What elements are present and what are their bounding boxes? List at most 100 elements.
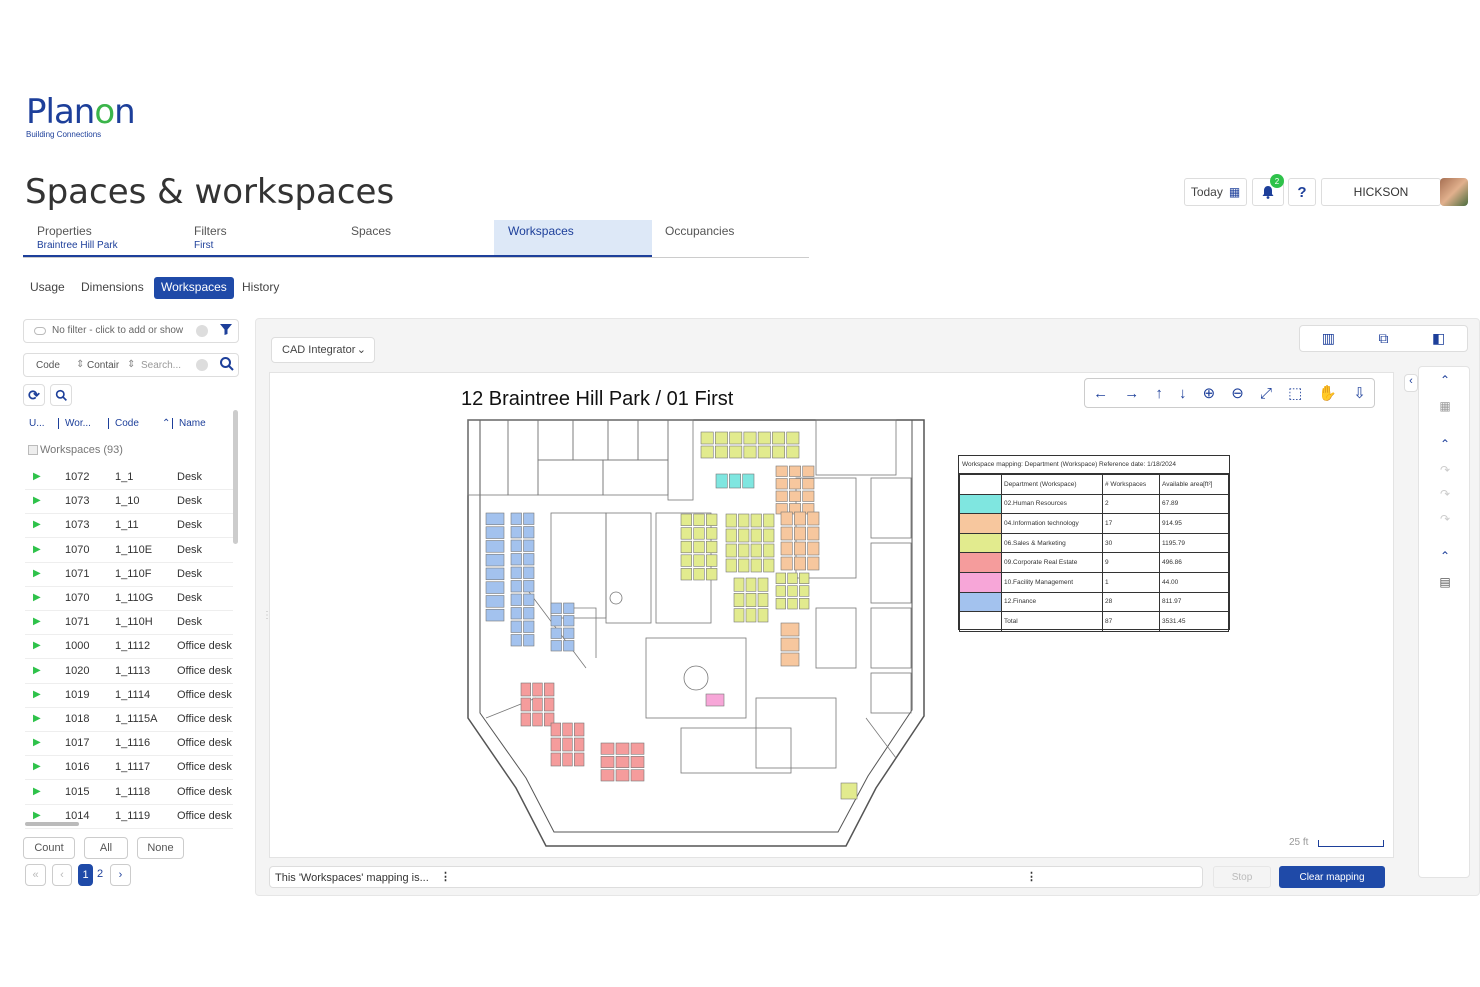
workspace-desk[interactable] — [738, 528, 750, 543]
workspace-desk[interactable] — [600, 756, 615, 768]
workspace-desk[interactable] — [802, 478, 815, 490]
workspace-desk[interactable] — [523, 566, 535, 579]
workspace-desk[interactable] — [485, 553, 505, 567]
workspace-desk[interactable] — [706, 527, 718, 540]
workspace-desk[interactable] — [786, 431, 800, 445]
expand-icon[interactable]: ▶ — [33, 786, 41, 797]
workspace-desk[interactable] — [615, 742, 630, 755]
search-icon[interactable] — [219, 356, 235, 377]
workspace-desk[interactable] — [743, 431, 757, 445]
workspace-desk[interactable] — [680, 527, 692, 540]
workspace-desk[interactable] — [725, 528, 737, 543]
chevron-up-icon[interactable]: ⌃ — [1419, 549, 1471, 563]
workspace-desk[interactable] — [550, 615, 562, 627]
workspace-desk[interactable] — [714, 431, 728, 445]
workspace-desk[interactable] — [733, 593, 745, 607]
list-item[interactable]: ▶ 1072 1_1 Desk — [25, 466, 233, 490]
more-vertical-icon[interactable]: ⋮ — [440, 870, 451, 883]
all-button[interactable]: All — [84, 837, 128, 859]
subtab-usage[interactable]: Usage — [23, 277, 72, 299]
workspace-desk[interactable] — [680, 513, 692, 526]
workspace-desk[interactable] — [630, 756, 645, 768]
expand-icon[interactable]: ▶ — [33, 616, 41, 627]
zoom-in-icon[interactable]: ⊕ — [1203, 384, 1216, 402]
workspace-desk[interactable] — [780, 556, 793, 571]
workspace-desk[interactable] — [563, 627, 575, 639]
download-icon[interactable]: ⇩ — [1353, 384, 1366, 402]
workspace-desk[interactable] — [544, 697, 555, 712]
workspace-desk[interactable] — [780, 637, 800, 652]
workspace-desk[interactable] — [550, 627, 562, 639]
expand-icon[interactable]: ▶ — [33, 689, 41, 700]
search-input[interactable]: Search... — [141, 360, 181, 371]
share-icon[interactable]: ↷ — [1419, 463, 1471, 477]
workspace-desk[interactable] — [780, 511, 793, 526]
workspace-desk[interactable] — [799, 572, 810, 584]
workspace-desk[interactable] — [600, 769, 615, 782]
workspace-desk[interactable] — [807, 556, 820, 571]
select-area-icon[interactable]: ⬚ — [1288, 384, 1302, 402]
workspace-desk[interactable] — [532, 682, 543, 697]
expand-icon[interactable]: ▶ — [33, 761, 41, 772]
today-button[interactable]: Today ▦ — [1184, 178, 1247, 206]
workspace-desk[interactable] — [562, 737, 573, 752]
list-item[interactable]: ▶ 1071 1_110H Desk — [25, 611, 233, 636]
workspace-desk[interactable] — [523, 512, 535, 525]
workspace-desk[interactable] — [733, 608, 745, 623]
document-icon[interactable]: ▤ — [1419, 575, 1471, 589]
workspace-desk[interactable] — [706, 513, 718, 526]
workspace-desk[interactable] — [680, 568, 692, 581]
workspace-desk[interactable] — [485, 595, 505, 608]
workspace-desk[interactable] — [693, 554, 705, 567]
workspace-desk[interactable] — [772, 445, 786, 459]
list-item[interactable]: ▶ 1015 1_1118 Office desk — [25, 781, 233, 805]
expand-icon[interactable]: ▶ — [33, 471, 41, 482]
workspace-desk[interactable] — [750, 543, 762, 558]
floorplan-icon[interactable]: ⧉ — [1378, 330, 1388, 347]
workspace-desk[interactable] — [485, 608, 505, 622]
workspace-desk[interactable] — [532, 712, 543, 727]
list-item[interactable]: ▶ 1017 1_1116 Office desk — [25, 732, 233, 757]
workspace-desk[interactable] — [794, 541, 806, 556]
workspace-desk[interactable] — [786, 445, 800, 459]
list-item[interactable]: ▶ 1000 1_1112 Office desk — [25, 635, 233, 660]
workspace-desk[interactable] — [807, 541, 820, 556]
pan-up-icon[interactable]: ↑ — [1155, 385, 1163, 402]
workspace-desk[interactable] — [520, 712, 531, 727]
checkbox[interactable] — [28, 445, 38, 456]
workspace-desk[interactable] — [780, 526, 793, 541]
count-button[interactable]: Count — [23, 837, 75, 859]
workspace-desk[interactable] — [563, 640, 575, 652]
workspace-desk[interactable] — [763, 513, 775, 528]
workspace-desk[interactable] — [787, 585, 798, 597]
workspace-desk[interactable] — [550, 602, 562, 614]
column-u[interactable]: U... — [29, 418, 45, 429]
expand-icon[interactable]: ▶ — [33, 713, 41, 724]
workspace-desk[interactable] — [510, 566, 522, 579]
workspace-desk[interactable] — [789, 465, 801, 477]
workspace-desk[interactable] — [510, 553, 522, 566]
layers-icon[interactable]: ◧ — [1432, 330, 1445, 347]
workspace-desk[interactable] — [738, 558, 750, 573]
workspace-desk[interactable] — [757, 431, 771, 445]
workspace-desk[interactable] — [630, 742, 645, 755]
workspace-desk[interactable] — [523, 580, 535, 593]
workspace-desk[interactable] — [700, 445, 714, 459]
workspace-desk[interactable] — [794, 556, 806, 571]
qr-code-icon[interactable]: ▦ — [1419, 399, 1471, 413]
workspace-desk[interactable] — [544, 682, 555, 697]
column-name[interactable]: Name — [172, 418, 206, 429]
collapse-panel-button[interactable]: ‹ — [1404, 374, 1418, 392]
workspace-desk[interactable] — [485, 512, 505, 526]
workspace-desk[interactable] — [574, 752, 585, 767]
tab-workspaces[interactable]: Workspaces — [494, 220, 652, 257]
workspace-desk[interactable] — [840, 782, 858, 800]
workspace-desk[interactable] — [523, 634, 535, 647]
workspace-desk[interactable] — [510, 580, 522, 593]
chevron-up-icon[interactable]: ⌃ — [1419, 373, 1471, 387]
none-button[interactable]: None — [137, 837, 184, 859]
floor-plan[interactable] — [466, 418, 926, 848]
workspace-desk[interactable] — [763, 528, 775, 543]
workspace-desk[interactable] — [763, 558, 775, 573]
list-item[interactable]: ▶ 1019 1_1114 Office desk — [25, 684, 233, 708]
